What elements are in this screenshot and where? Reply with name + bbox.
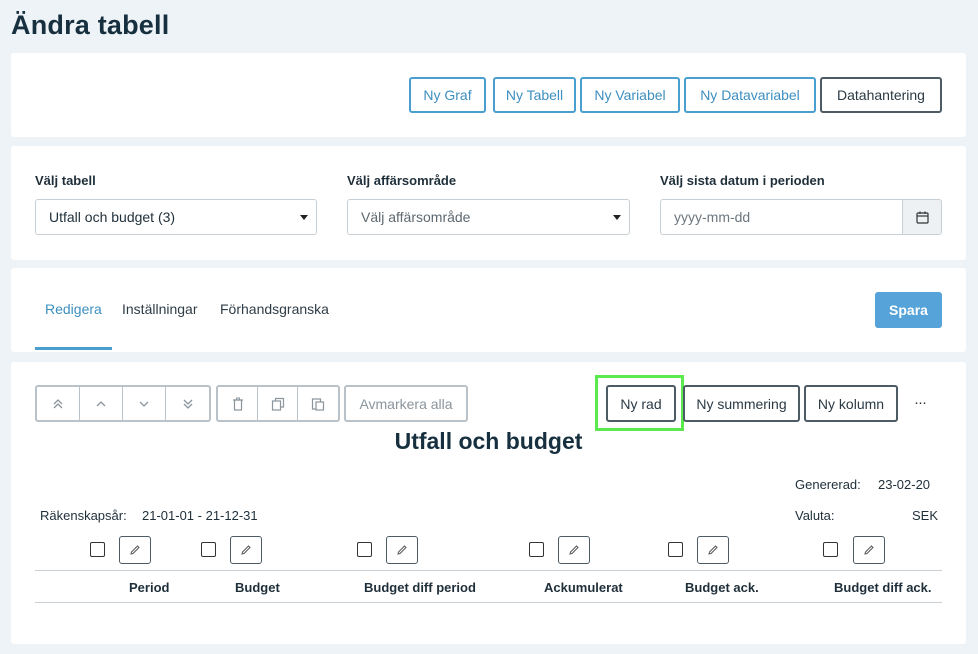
column-header-budget-ack: Budget ack. [685,580,759,595]
chevron-down-icon [139,401,149,407]
page-title: Ändra tabell [11,10,170,40]
edit-column-budget-ack-button[interactable] [697,536,729,564]
chevron-down-icon [613,215,621,220]
pencil-icon [241,545,251,555]
calendar-button[interactable] [903,199,942,235]
fiscal-year-label: Räkenskapsår: [40,508,127,523]
table-header-bottom-border [35,602,942,603]
chevron-down-icon [300,215,308,220]
tab-redigera[interactable]: Redigera [45,301,102,317]
column-header-budget: Budget [235,580,280,595]
new-summary-button[interactable]: Ny summering [683,385,800,422]
column-checkbox-ackumulerat[interactable] [529,542,544,557]
table-editor-card: Avmarkera alla Ny rad Ny summering Ny ko… [11,362,966,644]
tab-forhandsgranska[interactable]: Förhandsgranska [220,301,329,317]
column-checkbox-budget-diff-ack[interactable] [823,542,838,557]
table-title: Utfall och budget [394,428,583,454]
edit-column-budget-diff-ack-button[interactable] [853,536,885,564]
paste-button[interactable] [298,387,338,420]
double-chevron-down-icon [183,399,192,409]
date-input[interactable]: yyyy-mm-dd [660,199,903,235]
pencil-icon [708,545,718,555]
fiscal-year-value: 21-01-01 - 21-12-31 [142,508,258,523]
row-actions-group [216,385,340,422]
tab-installningar[interactable]: Inställningar [122,301,198,317]
deselect-all-button[interactable]: Avmarkera alla [344,385,468,422]
area-select-label: Välj affärsområde [347,173,457,188]
copy-button[interactable] [258,387,299,420]
column-checkbox-budget-ack[interactable] [668,542,683,557]
column-header-budget-diff-ack: Budget diff ack. [834,580,932,595]
move-down-button[interactable] [123,387,166,420]
calendar-icon [915,211,929,224]
date-input-placeholder: yyyy-mm-dd [674,209,751,225]
double-chevron-up-icon [53,398,63,408]
table-select[interactable]: Utfall och budget (3) [35,199,317,235]
filters-card: Välj tabell Utfall och budget (3) Välj a… [11,146,966,260]
paste-icon [311,397,325,411]
column-checkbox-budget-diff-period[interactable] [357,542,372,557]
column-checkbox-budget[interactable] [201,542,216,557]
chevron-up-icon [96,400,106,406]
tabs-card: Redigera Inställningar Förhandsgranska S… [11,268,966,352]
table-select-value: Utfall och budget (3) [49,209,176,225]
pencil-icon [397,545,407,555]
date-input-label: Välj sista datum i perioden [660,173,825,188]
pencil-icon [130,545,140,555]
save-button[interactable]: Spara [875,292,942,328]
generated-label: Genererad: [795,477,861,492]
edit-column-period-button[interactable] [119,536,151,564]
edit-column-ackumulerat-button[interactable] [558,536,590,564]
edit-column-budget-diff-period-button[interactable] [386,536,418,564]
column-header-period: Period [129,580,170,595]
new-graph-button[interactable]: Ny Graf [409,77,486,113]
currency-value: SEK [912,508,939,523]
currency-label: Valuta: [795,508,835,523]
new-table-button[interactable]: Ny Tabell [493,77,576,113]
area-select-placeholder: Välj affärsområde [361,209,471,225]
delete-button[interactable] [218,387,259,420]
more-options-icon[interactable]: ··· [914,394,927,411]
new-datavariable-button[interactable]: Ny Datavariabel [684,77,816,113]
generated-value: 23-02-20 [878,477,931,492]
active-tab-indicator [35,347,112,350]
table-select-label: Välj tabell [35,173,96,188]
move-bottom-button[interactable] [166,387,209,420]
copy-icon [271,397,284,411]
new-row-button[interactable]: Ny rad [606,385,676,422]
column-header-ackumulerat: Ackumulerat [544,580,623,595]
table-header-top-border [35,570,942,571]
pencil-icon [569,545,579,555]
toolbar-card: Ny Graf Ny Tabell Ny Variabel Ny Datavar… [11,53,966,137]
column-checkbox-period[interactable] [90,542,105,557]
column-header-budget-diff-period: Budget diff period [364,580,476,595]
new-variable-button[interactable]: Ny Variabel [580,77,680,113]
move-row-group [35,385,211,422]
pencil-icon [864,545,874,555]
area-select[interactable]: Välj affärsområde [347,199,630,235]
edit-column-budget-button[interactable] [230,536,262,564]
trash-icon [232,397,243,411]
move-top-button[interactable] [37,387,80,420]
move-up-button[interactable] [80,387,123,420]
data-management-button[interactable]: Datahantering [820,77,942,113]
new-column-button[interactable]: Ny kolumn [804,385,898,422]
